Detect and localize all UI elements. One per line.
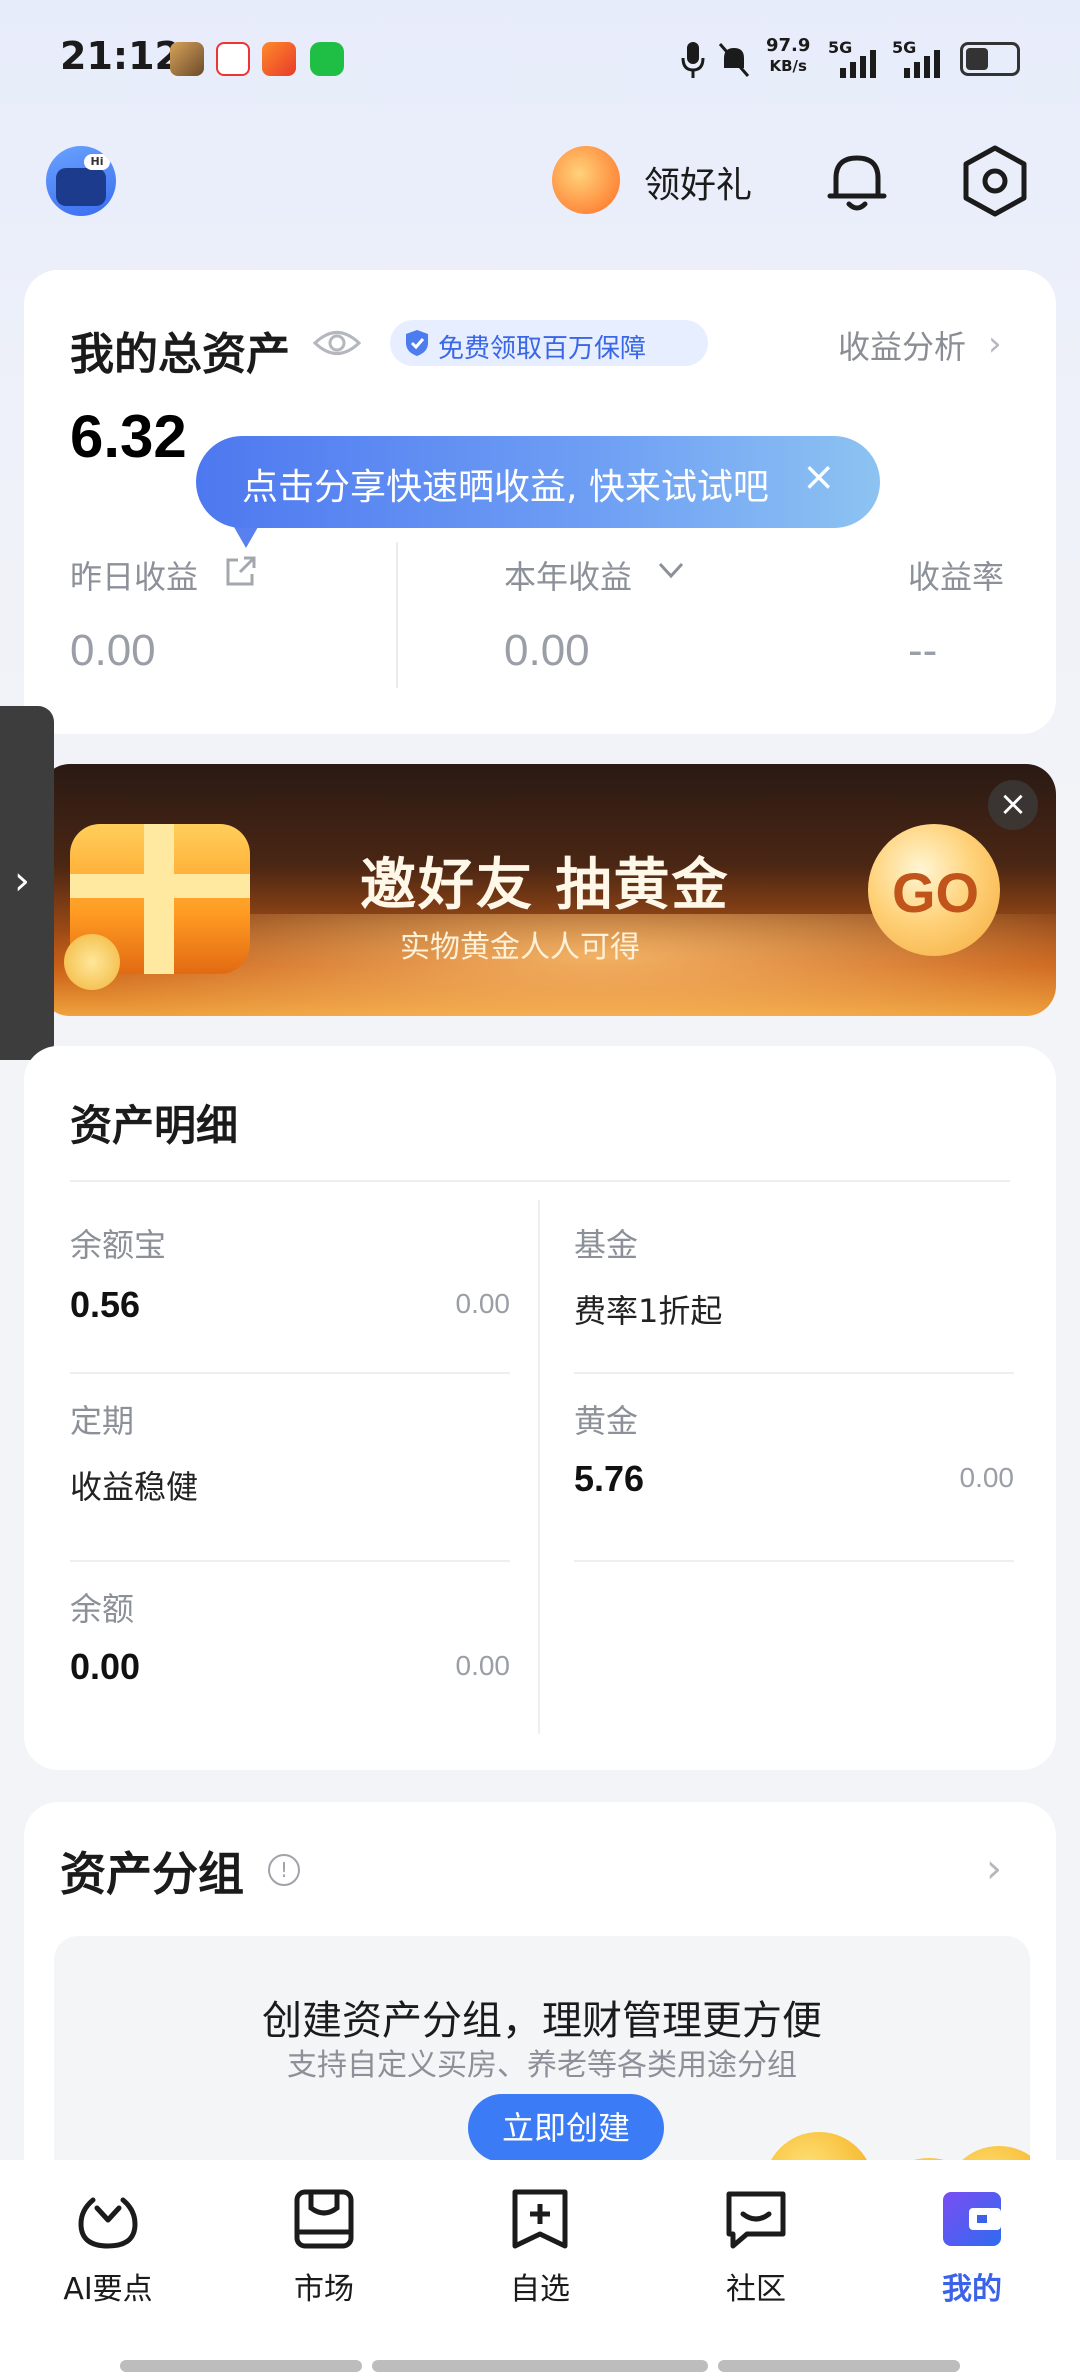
nav-item-mine[interactable]: 我的 [892, 2186, 1052, 2336]
nav-label: 社区 [726, 2272, 786, 2307]
detail-text: 收益稳健 [70, 1468, 199, 1506]
mute-bell-icon [718, 43, 750, 77]
microphone-icon [681, 42, 705, 78]
status-time: 21:12 [60, 34, 181, 78]
profit-analysis-link[interactable]: 收益分析 [838, 322, 966, 368]
detail-item-yuebao[interactable]: 余额宝 0.56 0.00 [70, 1200, 510, 1372]
detail-item-gold[interactable]: 黄金 5.76 0.00 [574, 1374, 1014, 1560]
banner-subtitle: 实物黄金人人可得 [400, 930, 640, 965]
ai-icon [78, 2197, 138, 2249]
protect-badge[interactable]: 免费领取百万保障 [390, 320, 708, 366]
year-profit-label[interactable]: 本年收益 [504, 552, 632, 598]
banner-close-button[interactable]: × [988, 780, 1038, 830]
go-button[interactable]: GO [868, 824, 1000, 956]
asset-title: 我的总资产 [70, 329, 290, 380]
shield-icon [406, 330, 428, 356]
detail-item-balance[interactable]: 余额 0.00 0.00 [70, 1562, 510, 1742]
year-profit-value: 0.00 [504, 626, 590, 675]
banner-title: 邀好友 抽黄金 [360, 853, 730, 918]
chevron-right-icon: › [988, 324, 1002, 364]
eye-icon[interactable] [312, 326, 362, 360]
group-headline: 创建资产分组，理财管理更方便 [262, 1998, 822, 2044]
detail-label: 余额 [70, 1590, 135, 1628]
bottom-nav: AI要点 市场 自选 社区 我的 [0, 2160, 1080, 2376]
nav-item-community[interactable]: 社区 [676, 2186, 836, 2336]
chevron-down-icon[interactable] [656, 558, 686, 582]
signal-icon [840, 50, 876, 78]
detail-sub: 0.00 [455, 1288, 511, 1319]
app-notification-icon [216, 42, 250, 76]
wechat-icon [310, 42, 344, 76]
side-drawer-tab[interactable]: › [0, 706, 54, 1060]
yesterday-profit-label: 昨日收益 [70, 558, 199, 596]
nav-label: AI要点 [63, 2272, 153, 2307]
group-title: 资产分组 [60, 1847, 244, 1901]
nav-label: 自选 [510, 2272, 570, 2307]
detail-item-fund[interactable]: 基金 费率1折起 [574, 1200, 1014, 1372]
detail-value: 0.00 [70, 1646, 141, 1687]
gesture-bar [718, 2360, 960, 2372]
wallet-icon [943, 2192, 1001, 2246]
nav-item-watchlist[interactable]: 自选 [460, 2186, 620, 2336]
detail-value: 0.56 [70, 1284, 141, 1325]
chat-icon [726, 2191, 786, 2249]
market-icon [294, 2189, 354, 2249]
gesture-bar [372, 2360, 708, 2372]
group-subline: 支持自定义买房、养老等各类用途分组 [287, 2048, 797, 2083]
net-unit: KB/s [769, 57, 807, 75]
total-asset-value: 6.32 [70, 403, 187, 470]
divider [396, 542, 398, 688]
create-group-button[interactable]: 立即创建 [468, 2094, 664, 2162]
settings-icon[interactable] [958, 144, 1032, 218]
add-watchlist-icon [512, 2189, 568, 2249]
gesture-bar [120, 2360, 362, 2372]
nav-label: 市场 [294, 2272, 354, 2307]
profit-rate-label: 收益率 [908, 558, 1005, 596]
yesterday-profit-value: 0.00 [70, 626, 156, 675]
battery-icon [960, 42, 1020, 76]
detail-label: 余额宝 [70, 1226, 167, 1264]
detail-item-fixed[interactable]: 定期 收益稳健 [70, 1374, 510, 1560]
detail-title: 资产明细 [70, 1101, 239, 1150]
chevron-right-icon: › [14, 858, 30, 904]
profit-rate-value: -- [908, 626, 938, 675]
app-notification-icon [170, 42, 204, 76]
chevron-right-icon[interactable]: › [986, 1846, 1002, 1892]
detail-text: 费率1折起 [574, 1292, 723, 1330]
detail-sub: 0.00 [455, 1650, 511, 1681]
gift-label[interactable]: 领好礼 [644, 156, 752, 208]
close-icon[interactable]: × [802, 454, 836, 500]
nav-item-ai[interactable]: AI要点 [28, 2186, 188, 2336]
info-icon[interactable]: ! [268, 1854, 300, 1886]
coin-icon [64, 934, 120, 990]
share-tooltip[interactable]: 点击分享快速晒收益, 快来试试吧 × [196, 436, 880, 528]
status-bar: 21:12 97.9 KB/s 5G 5G [0, 0, 1080, 120]
detail-value: 5.76 [574, 1458, 645, 1499]
avatar[interactable]: Hi [46, 146, 116, 216]
detail-sub: 0.00 [959, 1462, 1015, 1493]
net-speed: 97.9 [766, 35, 811, 56]
nav-item-market[interactable]: 市场 [244, 2186, 404, 2336]
go-label: GO [892, 861, 980, 924]
promo-banner[interactable]: 邀好友 抽黄金 实物黄金人人可得 GO [40, 764, 1056, 1016]
asset-detail-card: 资产明细 余额宝 0.56 0.00 基金 费率1折起 定期 收益稳健 黄金 5… [24, 1046, 1056, 1770]
detail-label: 基金 [574, 1226, 639, 1264]
bell-icon[interactable] [822, 146, 892, 216]
detail-label: 黄金 [574, 1402, 639, 1440]
protect-label: 免费领取百万保障 [438, 334, 647, 364]
gift-icon[interactable] [552, 146, 620, 214]
app-notification-icon [262, 42, 296, 76]
share-icon[interactable] [224, 554, 258, 588]
detail-label: 定期 [70, 1402, 135, 1440]
tooltip-text: 点击分享快速晒收益, 快来试试吧 [242, 467, 769, 508]
signal-icon [904, 50, 940, 78]
nav-label: 我的 [942, 2272, 1002, 2307]
